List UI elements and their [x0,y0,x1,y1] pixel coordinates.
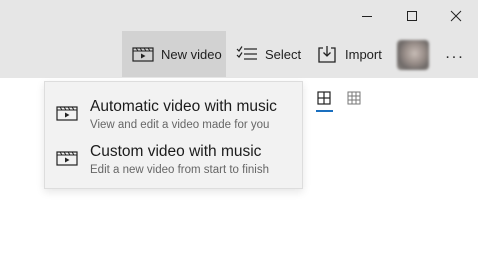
menu-item-custom-video[interactable]: Custom video with music Edit a new video… [45,141,302,185]
select-label: Select [265,46,302,62]
small-grid-icon [347,91,361,105]
minimize-icon [362,16,372,17]
new-video-dropdown-menu: Automatic video with music View and edit… [44,81,303,189]
select-button[interactable]: Select [236,31,302,77]
selected-view-indicator [316,110,333,112]
avatar[interactable] [397,40,429,70]
video-icon [56,149,82,171]
large-grid-icon [317,91,331,105]
new-video-button[interactable]: New video [122,31,226,77]
maximize-icon [407,11,417,21]
import-icon [317,45,337,63]
menu-item-subtitle: View and edit a video made for you [90,119,270,131]
import-button[interactable]: Import [317,31,385,77]
menu-item-subtitle: Edit a new video from start to finish [90,164,269,176]
view-small-grid-button[interactable] [345,91,363,111]
new-video-label: New video [161,46,222,62]
checklist-icon [236,45,258,63]
maximize-button[interactable] [392,4,432,28]
import-label: Import [345,46,382,62]
close-icon [450,10,462,22]
title-toolbar-bar: New video Select Import ... [0,0,478,78]
view-large-grid-button[interactable] [315,91,333,111]
menu-item-title: Custom video with music [90,143,262,160]
menu-item-automatic-video[interactable]: Automatic video with music View and edit… [45,96,302,140]
minimize-button[interactable] [347,4,387,28]
video-icon [56,104,82,126]
close-button[interactable] [436,4,476,28]
video-icon [132,45,154,63]
more-options-button[interactable]: ... [442,42,468,66]
menu-item-title: Automatic video with music [90,98,277,115]
more-icon: ... [445,45,465,62]
